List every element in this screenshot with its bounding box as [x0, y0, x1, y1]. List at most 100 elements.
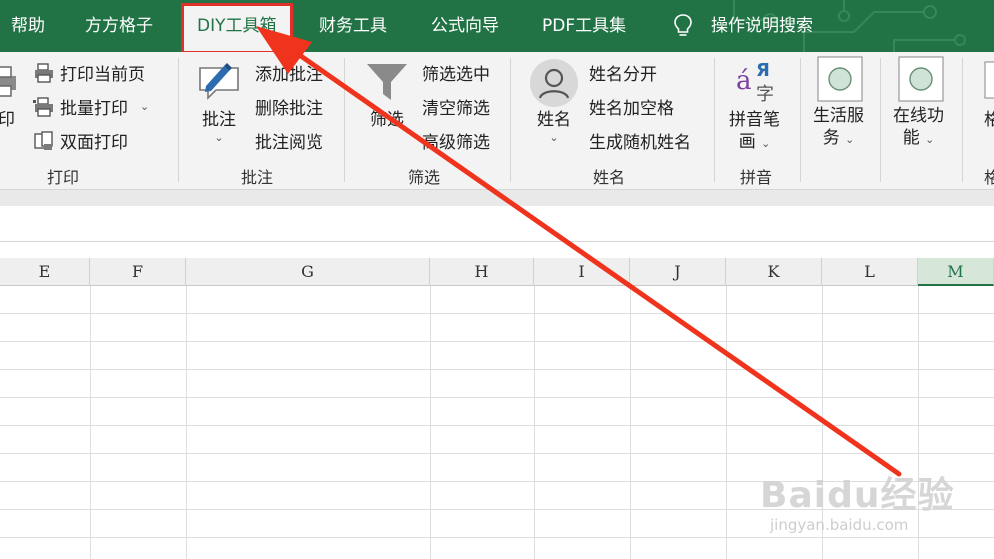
delete-comment-button[interactable]: 删除批注: [255, 94, 323, 119]
pinyin-stroke-label-2: 画: [738, 132, 756, 152]
online-features-group: 在线功 能 ⌄: [880, 52, 960, 189]
pinyin-icon: á Я 字: [736, 60, 786, 108]
life-services-label-2: 务: [822, 128, 840, 148]
chevron-down-icon: ⌄: [549, 131, 559, 144]
lightbulb-icon: [674, 14, 692, 36]
grid-line: [630, 286, 631, 559]
tab-diy-toolbox[interactable]: DIY工具箱: [181, 3, 293, 52]
column-header-e[interactable]: E: [0, 258, 90, 286]
chevron-down-icon: ⌄: [925, 133, 935, 146]
grid-line: [0, 425, 994, 426]
tab-finance-tools[interactable]: 财务工具: [319, 0, 387, 52]
batch-printer-icon: [33, 96, 53, 117]
filter-big-button[interactable]: 筛选: [370, 109, 404, 131]
clear-filter-button[interactable]: 清空筛选: [422, 94, 490, 119]
filter-selected-button[interactable]: 筛选选中: [422, 60, 490, 85]
name-group-label: 姓名: [593, 168, 626, 187]
print-current-page-button[interactable]: 打印当前页: [33, 60, 145, 85]
name-big-button[interactable]: 姓名 ⌄: [537, 109, 571, 145]
online-features-label-1: 在线功: [893, 106, 944, 126]
tab-help[interactable]: 帮助: [11, 0, 45, 52]
cutoff-group-label: 格: [984, 164, 994, 188]
batch-print-label: 批量打印: [60, 99, 128, 119]
tab-pdf-tools[interactable]: PDF工具集: [542, 0, 626, 52]
grid-line: [0, 397, 994, 398]
browse-comments-button[interactable]: 批注阅览: [255, 128, 323, 153]
grid-line: [0, 341, 994, 342]
chevron-down-icon: ⌄: [761, 137, 771, 150]
column-header-m[interactable]: M: [918, 258, 994, 286]
cutoff-button[interactable]: 格: [984, 109, 994, 131]
pinyin-glyph-ya: Я: [756, 60, 770, 81]
grid-line: [430, 286, 431, 559]
filter-group: 筛选 筛选选中 清空筛选 高级筛选 筛选: [344, 52, 510, 189]
pinyin-glyph-a: á: [736, 66, 752, 96]
add-comment-button[interactable]: 添加批注: [255, 60, 323, 85]
column-header-l[interactable]: L: [822, 258, 918, 286]
person-avatar-icon: [530, 59, 578, 107]
chevron-down-icon: ⌄: [845, 133, 855, 146]
comment-group: 批注 ⌄ 添加批注 删除批注 批注阅览 批注: [178, 52, 344, 189]
duplex-print-label: 双面打印: [60, 133, 128, 153]
comment-big-label: 批注: [202, 110, 236, 130]
name-add-space-button[interactable]: 姓名加空格: [589, 94, 674, 119]
tell-me-search[interactable]: 操作说明搜索: [711, 0, 813, 52]
print-group: 印 打印当前页 批量打印 ⌄ 双面打: [0, 52, 178, 189]
grid-line: [726, 286, 727, 559]
browse-comments-label: 批注阅览: [255, 133, 323, 153]
grid-line: [0, 369, 994, 370]
grid-line: [0, 313, 994, 314]
grid-top-spacer: [0, 242, 994, 258]
advanced-filter-button[interactable]: 高级筛选: [422, 128, 490, 153]
ribbon-bottom-band: [0, 190, 994, 206]
column-headers: E F G H I J K L M: [0, 258, 994, 286]
baidu-jingyan-watermark: Baidu经验 jingyan.baidu.com: [760, 462, 990, 552]
add-comment-label: 添加批注: [255, 65, 323, 85]
print-big-icon: [0, 66, 16, 97]
cutoff-icon: [984, 61, 994, 99]
column-header-f[interactable]: F: [90, 258, 186, 286]
column-header-k[interactable]: K: [726, 258, 822, 286]
life-services-label-1: 生活服: [813, 106, 864, 126]
print-big-button[interactable]: 印: [0, 109, 15, 131]
delete-comment-label: 删除批注: [255, 99, 323, 119]
tab-formula-wizard[interactable]: 公式向导: [431, 0, 499, 52]
comment-big-button[interactable]: 批注 ⌄: [202, 109, 236, 145]
pinyin-stroke-button[interactable]: 拼音笔 画 ⌄: [729, 109, 780, 155]
print-current-page-label: 打印当前页: [60, 65, 145, 85]
column-header-i[interactable]: I: [534, 258, 630, 286]
chevron-down-icon[interactable]: ⌄: [140, 100, 149, 113]
chevron-down-icon: ⌄: [214, 131, 224, 144]
grid-line: [534, 286, 535, 559]
pinyin-glyph-zi: 字: [756, 84, 774, 105]
random-name-label: 生成随机姓名: [589, 133, 691, 153]
funnel-icon: [367, 64, 407, 100]
watermark-sub-text: jingyan.baidu.com: [770, 516, 909, 534]
print-group-label: 打印: [47, 168, 80, 187]
comment-pencil-icon: [199, 63, 239, 100]
online-features-button[interactable]: 在线功 能 ⌄: [893, 105, 944, 151]
online-features-label-2: 能: [902, 128, 920, 148]
online-features-icon: [898, 56, 944, 102]
split-name-button[interactable]: 姓名分开: [589, 60, 657, 85]
grid-line: [90, 286, 91, 559]
column-header-h[interactable]: H: [430, 258, 534, 286]
formula-bar[interactable]: [0, 206, 994, 242]
life-services-group: 生活服 务 ⌄: [800, 52, 880, 189]
print-big-label: 印: [0, 110, 15, 130]
pinyin-group: á Я 字 拼音笔 画 ⌄ 拼音: [714, 52, 800, 189]
column-header-j[interactable]: J: [630, 258, 726, 286]
batch-print-button[interactable]: 批量打印 ⌄: [33, 94, 149, 119]
life-services-button[interactable]: 生活服 务 ⌄: [813, 105, 864, 151]
comment-group-label: 批注: [241, 168, 274, 187]
ribbon-tab-bar: 帮助 方方格子 DIY工具箱 财务工具 公式向导 PDF工具集 操作说明搜索: [0, 0, 994, 52]
name-big-label: 姓名: [537, 110, 571, 130]
random-name-button[interactable]: 生成随机姓名: [589, 128, 691, 153]
duplex-print-button[interactable]: 双面打印: [33, 128, 128, 153]
ribbon: 印 打印当前页 批量打印 ⌄ 双面打: [0, 52, 994, 190]
column-header-g[interactable]: G: [186, 258, 430, 286]
pinyin-stroke-label-1: 拼音笔: [729, 110, 780, 130]
filter-big-label: 筛选: [370, 110, 404, 130]
tab-fangfang-gezi[interactable]: 方方格子: [85, 0, 153, 52]
life-services-icon: [817, 56, 863, 102]
